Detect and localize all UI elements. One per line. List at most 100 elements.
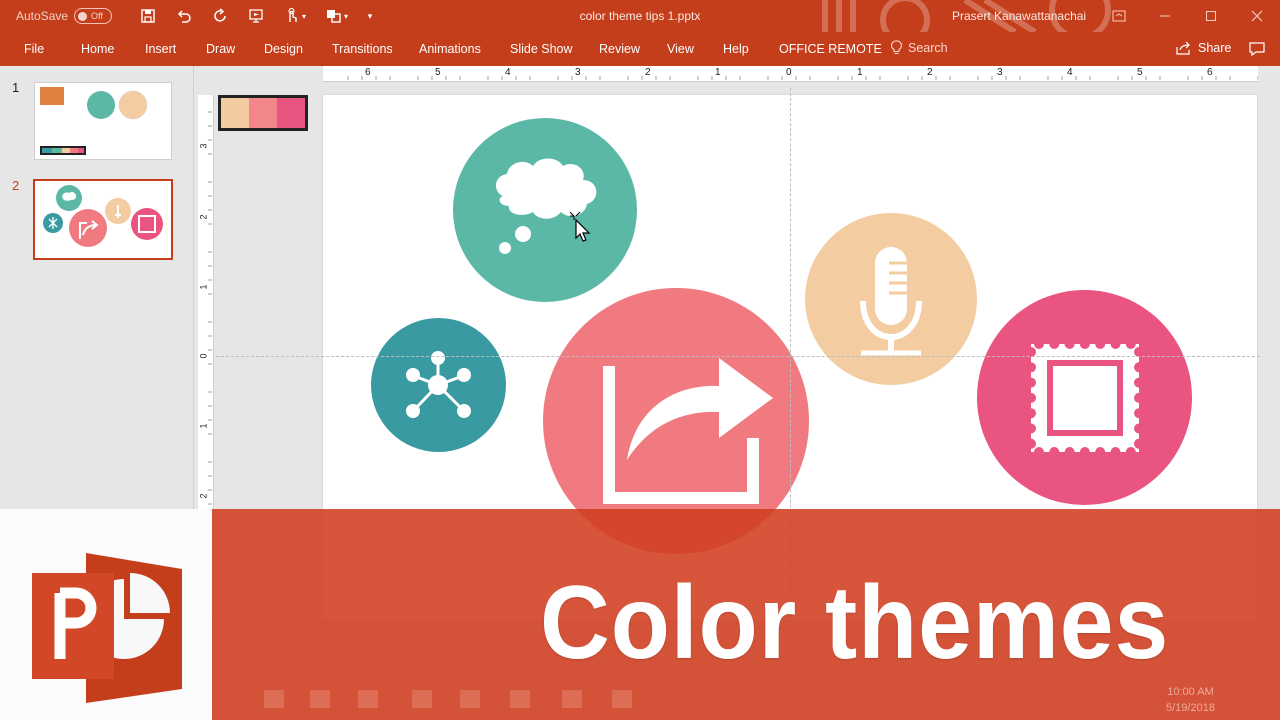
ruler-label: 3 xyxy=(198,143,209,149)
stamp-perforation xyxy=(1125,447,1136,457)
close-icon[interactable] xyxy=(1234,0,1280,32)
ruler-label: 4 xyxy=(505,67,511,78)
slide-thumbnail-1[interactable] xyxy=(34,82,172,160)
tab-file[interactable]: File xyxy=(24,42,44,56)
banner-title: Color themes xyxy=(540,565,1170,681)
thought-bubble-icon xyxy=(495,158,597,254)
stamp-perforation xyxy=(1064,339,1075,349)
ruler-label: 6 xyxy=(1207,67,1213,78)
minimize-icon[interactable] xyxy=(1142,0,1188,32)
tab-design[interactable]: Design xyxy=(264,42,303,56)
stamp-perforation xyxy=(1049,339,1060,349)
title-bar: AutoSave Off ▾ ▾ ▾ color theme tips 1.pp… xyxy=(0,0,1280,32)
swatch-pink xyxy=(277,98,305,128)
redo-icon[interactable] xyxy=(202,0,238,32)
ruler-label: 3 xyxy=(997,67,1003,78)
clock-date: 5/19/2018 xyxy=(1166,702,1215,714)
tab-office-remote[interactable]: OFFICE REMOTE xyxy=(779,42,882,56)
slide-thumbnail-2[interactable] xyxy=(33,179,173,260)
ruler-label: 0 xyxy=(786,67,792,78)
network-icon xyxy=(406,351,471,418)
stamp-perforation xyxy=(1110,339,1121,349)
stamp-perforation xyxy=(1134,423,1144,434)
document-title: color theme tips 1.pptx xyxy=(579,9,701,23)
ribbon-tabs: File Home Insert Draw Design Transitions… xyxy=(0,32,1280,66)
stamp-perforation xyxy=(1026,423,1036,434)
start-slideshow-icon[interactable] xyxy=(238,0,274,32)
undo-icon[interactable] xyxy=(166,0,202,32)
tab-review[interactable]: Review xyxy=(599,42,640,56)
stamp-perforation xyxy=(1026,438,1036,449)
tab-animations[interactable]: Animations xyxy=(419,42,481,56)
tab-slide-show[interactable]: Slide Show xyxy=(510,42,573,56)
tell-me-search[interactable]: Search xyxy=(890,40,948,55)
ruler-label: 1 xyxy=(715,67,721,78)
thumbnail-number: 2 xyxy=(12,178,20,193)
taskbar-clock[interactable]: 10:00 AM 5/19/2018 xyxy=(1166,684,1215,716)
ruler-label: 3 xyxy=(575,67,581,78)
stamp-perforation xyxy=(1026,362,1036,373)
user-name[interactable]: Prasert Kanawattanachai xyxy=(952,9,1086,23)
ruler-label: 2 xyxy=(927,67,933,78)
stamp-perforation xyxy=(1134,362,1144,373)
powerpoint-logo-area xyxy=(0,509,212,720)
maximize-icon[interactable] xyxy=(1188,0,1234,32)
microphone-circle[interactable] xyxy=(805,213,977,385)
color-palette-swatch[interactable] xyxy=(218,95,308,131)
autosave-toggle[interactable]: Off xyxy=(74,8,113,24)
stamp-perforation xyxy=(1034,339,1044,349)
comments-icon[interactable] xyxy=(1248,41,1266,57)
microphone-icon xyxy=(860,247,922,356)
stamp-perforation xyxy=(1095,339,1106,349)
network-circle[interactable] xyxy=(371,318,506,452)
arrange-icon[interactable]: ▾ xyxy=(316,0,358,32)
ruler-label: 5 xyxy=(435,67,441,78)
stamp-perforation xyxy=(1026,392,1036,403)
autosave-label: AutoSave xyxy=(16,9,69,23)
swatch-peach xyxy=(221,98,249,128)
touch-mode-icon[interactable]: ▾ xyxy=(274,0,316,32)
tab-transitions[interactable]: Transitions xyxy=(332,42,393,56)
powerpoint-logo-icon xyxy=(32,553,182,703)
ruler-label: 4 xyxy=(1067,67,1073,78)
ribbon-display-options-icon[interactable] xyxy=(1096,0,1142,32)
horizontal-ruler: 6 5 4 3 2 1 0 1 2 3 4 5 6 xyxy=(323,66,1259,82)
taskbar-icons xyxy=(264,690,632,708)
stamp-perforation xyxy=(1049,447,1060,457)
stamp-perforation xyxy=(1095,447,1106,457)
stamp-perforation xyxy=(1079,447,1090,457)
toggle-knob xyxy=(78,11,88,21)
tab-insert[interactable]: Insert xyxy=(145,42,176,56)
ruler-label: 0 xyxy=(198,353,209,359)
thumbnail-1-preview xyxy=(40,87,148,155)
stamp-perforation xyxy=(1134,377,1144,388)
ruler-label: 1 xyxy=(198,284,209,290)
share-button[interactable]: Share xyxy=(1176,41,1231,55)
thumbnail-2-preview xyxy=(43,185,163,247)
ruler-label: 2 xyxy=(198,214,209,220)
customize-toolbar-icon[interactable]: ▾ xyxy=(358,0,382,32)
save-icon[interactable] xyxy=(130,0,166,32)
ruler-label: 1 xyxy=(198,423,209,429)
autosave-state: Off xyxy=(91,11,103,21)
share-label: Share xyxy=(1198,41,1232,55)
stamp-perforation xyxy=(1134,408,1144,419)
horizontal-guide[interactable] xyxy=(216,356,1260,357)
search-label: Search xyxy=(908,40,948,55)
stamp-perforation xyxy=(1026,408,1036,419)
tab-home[interactable]: Home xyxy=(81,42,114,56)
ruler-label: 1 xyxy=(857,67,863,78)
stamp-perforation xyxy=(1110,447,1121,457)
taskbar xyxy=(212,680,1280,720)
share-icon xyxy=(1176,41,1190,55)
tab-help[interactable]: Help xyxy=(723,42,749,56)
thought-bubble-circle[interactable] xyxy=(453,118,637,302)
stamp-perforation xyxy=(1134,392,1144,403)
tab-draw[interactable]: Draw xyxy=(206,42,235,56)
tab-view[interactable]: View xyxy=(667,42,694,56)
swatch-coral xyxy=(249,98,277,128)
stamp-circle[interactable] xyxy=(977,290,1192,505)
stamp-icon xyxy=(1026,339,1144,457)
thumbnail-number: 1 xyxy=(12,80,20,95)
quick-access-toolbar: AutoSave Off ▾ ▾ ▾ xyxy=(0,0,382,32)
